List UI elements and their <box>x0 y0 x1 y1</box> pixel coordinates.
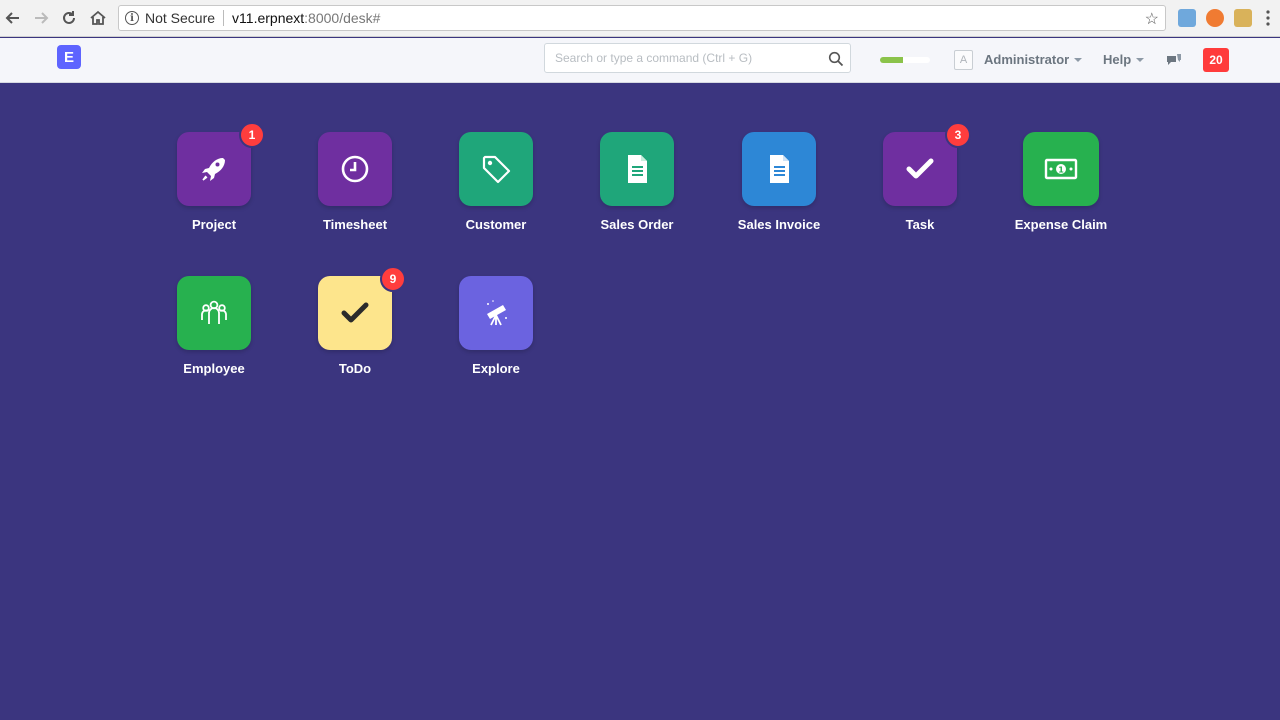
module-label: Sales Invoice <box>737 217 821 232</box>
people-icon <box>201 300 227 324</box>
extension-icon[interactable] <box>1178 9 1196 27</box>
tag-icon <box>482 155 511 184</box>
module-icon-box[interactable] <box>459 132 533 206</box>
extension-icon[interactable] <box>1234 9 1252 27</box>
module-label: Customer <box>465 217 527 232</box>
module-icon-box[interactable] <box>742 132 816 206</box>
module-icon-box[interactable] <box>459 276 533 350</box>
browser-toolbar: i Not Secure v11.erpnext:8000/desk# ☆ <box>0 0 1280 37</box>
browser-menu-button[interactable] <box>1257 7 1279 29</box>
separator <box>223 10 225 26</box>
module-label: Explore <box>472 361 520 376</box>
notification-badge: 9 <box>380 266 406 292</box>
extension-icon[interactable] <box>1206 9 1224 27</box>
module-explore[interactable]: Explore <box>426 276 566 376</box>
help-menu[interactable]: Help <box>1103 52 1145 67</box>
document-icon <box>628 155 647 183</box>
module-project[interactable]: 1 Project <box>144 122 284 232</box>
reload-icon <box>63 11 75 24</box>
module-icon-box[interactable]: 3 <box>883 122 971 206</box>
help-label: Help <box>1103 52 1132 67</box>
notification-badge: 3 <box>945 122 971 148</box>
svg-text:1: 1 <box>1058 166 1064 175</box>
user-menu[interactable]: Administrator <box>984 52 1083 67</box>
module-customer[interactable]: Customer <box>426 132 566 232</box>
check-icon <box>906 158 934 179</box>
module-task[interactable]: 3 Task <box>850 122 990 232</box>
module-label: Employee <box>183 361 245 376</box>
caret-down-icon <box>1136 57 1145 62</box>
arrow-left-icon <box>5 12 19 24</box>
module-label: ToDo <box>338 361 372 376</box>
module-label: Timesheet <box>322 217 388 232</box>
document-icon <box>770 155 789 183</box>
caret-down-icon <box>1074 57 1083 62</box>
awesome-bar[interactable] <box>544 43 851 73</box>
avatar[interactable]: A <box>954 50 973 70</box>
module-icon-box[interactable] <box>318 132 392 206</box>
notification-count[interactable]: 20 <box>1203 48 1229 72</box>
module-icon-box[interactable] <box>600 132 674 206</box>
app-navbar: E A Administrator Help 20 <box>0 38 1280 83</box>
info-icon[interactable]: i <box>125 11 139 25</box>
telescope-icon <box>487 300 507 326</box>
module-sales-invoice[interactable]: Sales Invoice <box>709 132 849 232</box>
notification-badge: 1 <box>239 122 265 148</box>
check-icon <box>341 302 369 323</box>
user-label: Administrator <box>984 52 1070 67</box>
module-icon-box[interactable] <box>177 276 251 350</box>
url-path: :8000/desk# <box>304 10 381 26</box>
module-icon-box[interactable]: 1 <box>177 122 265 206</box>
module-sales-order[interactable]: Sales Order <box>567 132 707 232</box>
erpnext-logo[interactable]: E <box>57 45 81 69</box>
module-expense-claim[interactable]: 1 Expense Claim <box>991 132 1131 232</box>
money-icon: 1 <box>1044 158 1078 180</box>
setup-progress-bar <box>880 57 930 63</box>
module-label: Project <box>191 217 237 232</box>
security-label: Not Secure <box>145 10 216 26</box>
module-employee[interactable]: Employee <box>144 276 284 376</box>
module-label: Task <box>905 217 935 232</box>
module-todo[interactable]: 9 ToDo <box>285 266 425 376</box>
home-icon <box>90 10 106 25</box>
rocket-icon <box>202 158 225 181</box>
bookmark-star-icon[interactable]: ☆ <box>1145 9 1159 29</box>
more-vertical-icon <box>1266 10 1270 26</box>
forward-button[interactable] <box>30 7 52 29</box>
module-icon-box[interactable]: 1 <box>1023 132 1099 206</box>
clock-icon <box>341 155 369 183</box>
module-icon-box[interactable]: 9 <box>318 266 406 350</box>
home-button[interactable] <box>87 7 109 29</box>
search-icon[interactable] <box>828 51 844 67</box>
module-label: Sales Order <box>600 217 674 232</box>
module-label: Expense Claim <box>1014 217 1108 232</box>
address-bar[interactable]: i Not Secure v11.erpnext:8000/desk# ☆ <box>118 5 1166 31</box>
arrow-right-icon <box>35 12 49 24</box>
reload-button[interactable] <box>58 7 80 29</box>
chat-icon[interactable] <box>1165 51 1183 69</box>
url-host: v11.erpnext <box>232 10 305 26</box>
back-button[interactable] <box>2 7 24 29</box>
progress-fill <box>880 57 903 63</box>
module-timesheet[interactable]: Timesheet <box>285 132 425 232</box>
search-input[interactable] <box>545 44 815 72</box>
